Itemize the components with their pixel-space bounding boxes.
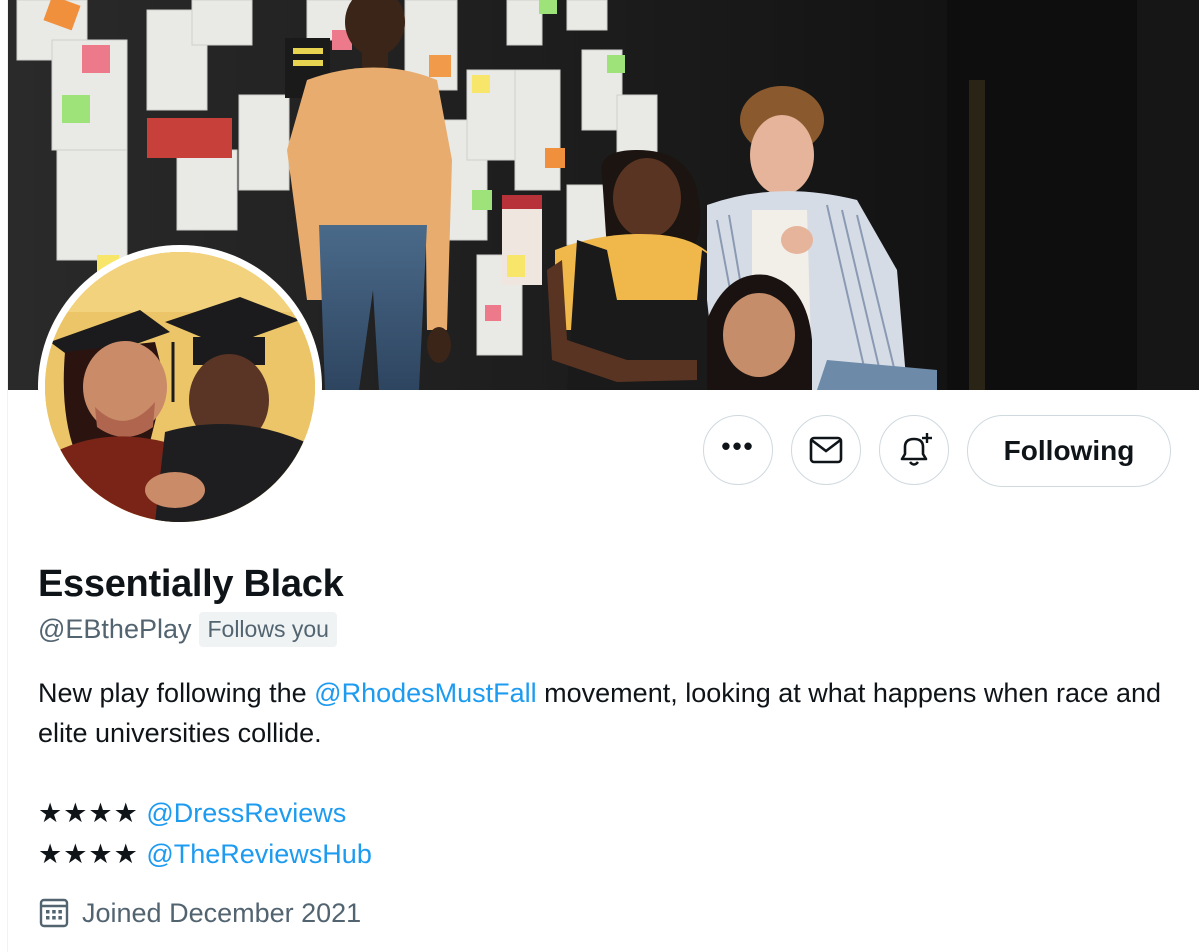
review-mention-link[interactable]: @DressReviews (146, 798, 346, 828)
bio-mention-link[interactable]: @RhodesMustFall (314, 678, 537, 708)
avatar-photo (45, 252, 315, 522)
more-horizontal-icon: ••• (721, 431, 755, 461)
profile-display-name: Essentially Black (38, 563, 344, 605)
calendar-icon (38, 897, 70, 929)
profile-bio: New play following the @RhodesMustFall m… (38, 673, 1178, 875)
more-options-button[interactable]: ••• (703, 415, 773, 485)
notifications-button[interactable] (879, 415, 949, 485)
joined-date: Joined December 2021 (38, 897, 361, 929)
bio-text: New play following the @RhodesMustFall m… (38, 673, 1178, 753)
review-line: ★★★★ @DressReviews (38, 793, 1178, 834)
handle-row: @EBthePlay Follows you (38, 610, 337, 648)
review-mention-link[interactable]: @TheReviewsHub (146, 839, 372, 869)
profile-handle: @EBthePlay (38, 613, 192, 644)
star-rating: ★★★★ (38, 839, 139, 870)
follows-you-badge: Follows you (199, 611, 337, 647)
bio-spacer (38, 753, 1178, 793)
star-rating: ★★★★ (38, 798, 139, 829)
following-button[interactable]: Following (967, 415, 1171, 487)
review-line: ★★★★ @TheReviewsHub (38, 834, 1178, 875)
profile-page: ••• Following Essentially Black @EBthePl… (0, 0, 1199, 952)
bell-plus-icon (894, 430, 934, 470)
profile-avatar[interactable] (38, 245, 322, 529)
bio-prefix: New play following the (38, 678, 315, 708)
joined-text: Joined December 2021 (82, 897, 362, 928)
column-divider (0, 0, 8, 952)
message-button[interactable] (791, 415, 861, 485)
envelope-icon (809, 436, 843, 464)
